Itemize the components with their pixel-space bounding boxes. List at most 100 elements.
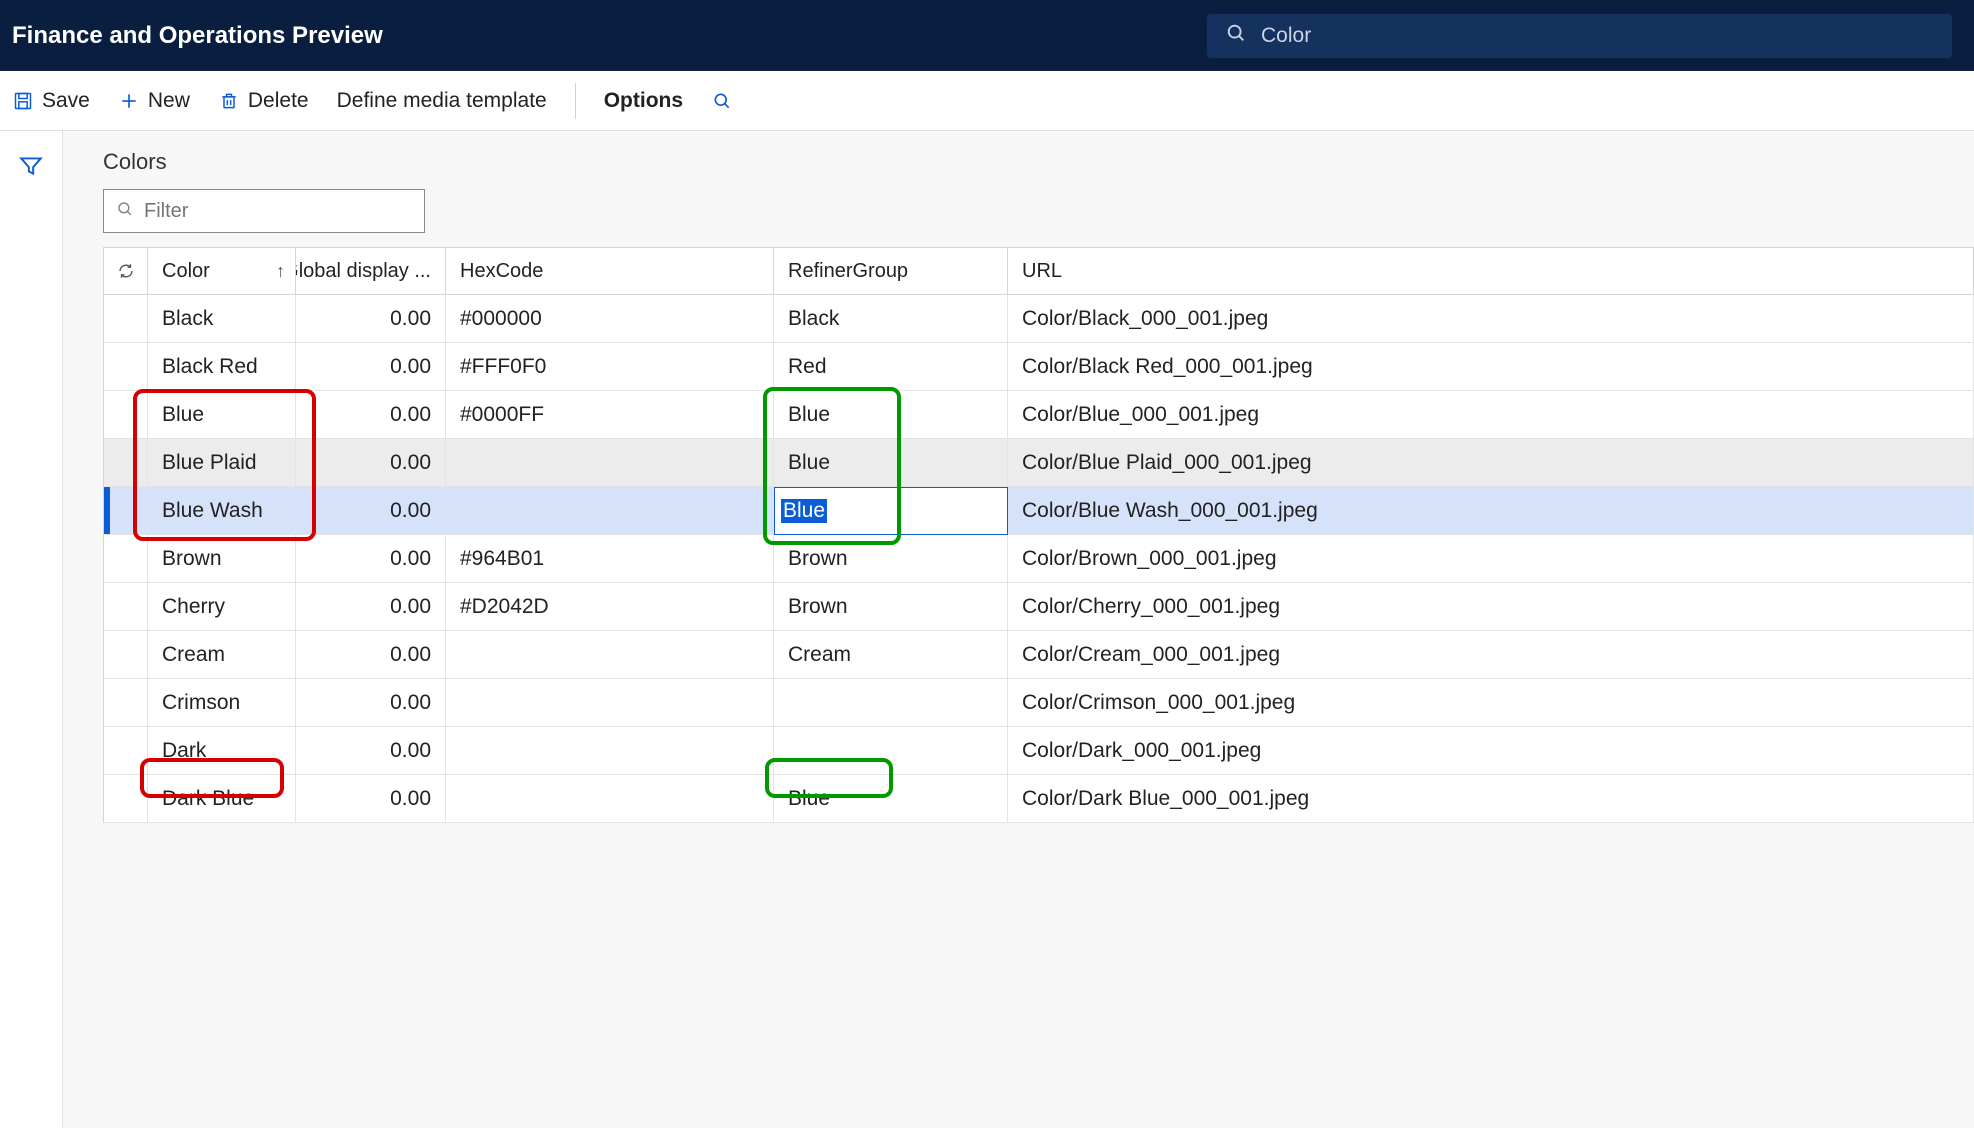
cell-hexcode[interactable] xyxy=(446,439,774,487)
delete-button[interactable]: Delete xyxy=(218,89,309,113)
table-row[interactable]: Blue Plaid 0.00 Blue Color/Blue Plaid_00… xyxy=(104,439,1974,487)
column-header-color[interactable]: Color ↑ xyxy=(148,248,296,295)
row-selector[interactable] xyxy=(104,679,148,727)
cell-global-display[interactable]: 0.00 xyxy=(296,343,446,391)
cell-refiner-group[interactable]: Cream xyxy=(774,631,1008,679)
column-header-refiner-group[interactable]: RefinerGroup xyxy=(774,248,1008,295)
cell-color[interactable]: Dark xyxy=(148,727,296,775)
cell-refiner-group[interactable]: Blue xyxy=(774,775,1008,823)
cell-hexcode[interactable]: #D2042D xyxy=(446,583,774,631)
cell-hexcode[interactable]: #000000 xyxy=(446,295,774,343)
column-header-global-display[interactable]: Global display ... xyxy=(296,248,446,295)
cell-color[interactable]: Dark Blue xyxy=(148,775,296,823)
cell-global-display[interactable]: 0.00 xyxy=(296,439,446,487)
cell-global-display[interactable]: 0.00 xyxy=(296,391,446,439)
cell-hexcode[interactable]: #FFF0F0 xyxy=(446,343,774,391)
cell-url[interactable]: Color/Blue Wash_000_001.jpeg xyxy=(1008,487,1974,535)
cell-global-display[interactable]: 0.00 xyxy=(296,583,446,631)
cell-refiner-group[interactable]: Red xyxy=(774,343,1008,391)
row-selector[interactable] xyxy=(104,727,148,775)
cell-hexcode[interactable] xyxy=(446,775,774,823)
cell-url[interactable]: Color/Black Red_000_001.jpeg xyxy=(1008,343,1974,391)
cell-hexcode[interactable]: #964B01 xyxy=(446,535,774,583)
cell-global-display[interactable]: 0.00 xyxy=(296,295,446,343)
cell-url[interactable]: Color/Cream_000_001.jpeg xyxy=(1008,631,1974,679)
table-row[interactable]: Cream 0.00 Cream Color/Cream_000_001.jpe… xyxy=(104,631,1974,679)
plus-icon xyxy=(118,90,140,112)
cell-color[interactable]: Blue xyxy=(148,391,296,439)
new-button[interactable]: New xyxy=(118,89,190,113)
cell-refiner-group[interactable]: Black xyxy=(774,295,1008,343)
cell-global-display-value: 0.00 xyxy=(390,643,431,667)
cell-color[interactable]: Crimson xyxy=(148,679,296,727)
filter-field[interactable] xyxy=(103,189,425,233)
table-row[interactable]: Black Red 0.00 #FFF0F0 Red Color/Black R… xyxy=(104,343,1974,391)
cell-refiner-group[interactable] xyxy=(774,679,1008,727)
cell-color[interactable]: Blue Wash xyxy=(148,487,296,535)
cell-url[interactable]: Color/Cherry_000_001.jpeg xyxy=(1008,583,1974,631)
column-header-color-label: Color xyxy=(162,260,210,283)
row-selector[interactable] xyxy=(104,295,148,343)
cell-refiner-group[interactable]: Brown xyxy=(774,535,1008,583)
cell-color[interactable]: Black xyxy=(148,295,296,343)
define-media-template-button[interactable]: Define media template xyxy=(337,89,547,113)
cell-url[interactable]: Color/Black_000_001.jpeg xyxy=(1008,295,1974,343)
cell-global-display[interactable]: 0.00 xyxy=(296,487,446,535)
cell-url[interactable]: Color/Crimson_000_001.jpeg xyxy=(1008,679,1974,727)
row-selector[interactable] xyxy=(104,391,148,439)
cell-hexcode[interactable] xyxy=(446,727,774,775)
table-row[interactable]: Dark Blue 0.00 Blue Color/Dark Blue_000_… xyxy=(104,775,1974,823)
row-selector[interactable] xyxy=(104,487,148,535)
cell-global-display[interactable]: 0.00 xyxy=(296,679,446,727)
cell-global-display[interactable]: 0.00 xyxy=(296,775,446,823)
table-row[interactable]: Brown 0.00 #964B01 Brown Color/Brown_000… xyxy=(104,535,1974,583)
inline-search-button[interactable] xyxy=(711,90,733,112)
table-row[interactable]: Crimson 0.00 Color/Crimson_000_001.jpeg xyxy=(104,679,1974,727)
row-selector[interactable] xyxy=(104,583,148,631)
cell-url[interactable]: Color/Blue_000_001.jpeg xyxy=(1008,391,1974,439)
cell-hexcode[interactable] xyxy=(446,487,774,535)
row-selector[interactable] xyxy=(104,439,148,487)
cell-url[interactable]: Color/Blue Plaid_000_001.jpeg xyxy=(1008,439,1974,487)
cell-global-display[interactable]: 0.00 xyxy=(296,631,446,679)
cell-refiner-group[interactable]: Blue xyxy=(774,391,1008,439)
cell-global-display[interactable]: 0.00 xyxy=(296,535,446,583)
search-input[interactable] xyxy=(1261,24,1934,48)
cell-refiner-group[interactable]: Brown xyxy=(774,583,1008,631)
cell-color[interactable]: Cherry xyxy=(148,583,296,631)
row-selector[interactable] xyxy=(104,535,148,583)
refresh-header[interactable] xyxy=(104,248,148,295)
cell-color[interactable]: Blue Plaid xyxy=(148,439,296,487)
global-search[interactable] xyxy=(1207,14,1952,58)
cell-hexcode[interactable] xyxy=(446,631,774,679)
cell-color[interactable]: Brown xyxy=(148,535,296,583)
cell-url[interactable]: Color/Dark Blue_000_001.jpeg xyxy=(1008,775,1974,823)
cell-url[interactable]: Color/Dark_000_001.jpeg xyxy=(1008,727,1974,775)
cell-refiner-group[interactable] xyxy=(774,727,1008,775)
table-row[interactable]: Blue 0.00 #0000FF Blue Color/Blue_000_00… xyxy=(104,391,1974,439)
cell-color[interactable]: Cream xyxy=(148,631,296,679)
new-label: New xyxy=(148,89,190,113)
table-row[interactable]: Black 0.00 #000000 Black Color/Black_000… xyxy=(104,295,1974,343)
table-row[interactable]: Blue Wash 0.00 Blue Color/Blue Wash_000_… xyxy=(104,487,1974,535)
row-selector[interactable] xyxy=(104,775,148,823)
options-button[interactable]: Options xyxy=(604,89,683,113)
table-row[interactable]: Cherry 0.00 #D2042D Brown Color/Cherry_0… xyxy=(104,583,1974,631)
column-header-hexcode[interactable]: HexCode xyxy=(446,248,774,295)
column-header-url[interactable]: URL xyxy=(1008,248,1974,295)
cell-color[interactable]: Black Red xyxy=(148,343,296,391)
row-selector[interactable] xyxy=(104,631,148,679)
cell-refiner-group[interactable]: Blue xyxy=(774,487,1008,535)
cell-hexcode[interactable] xyxy=(446,679,774,727)
table-row[interactable]: Dark 0.00 Color/Dark_000_001.jpeg xyxy=(104,727,1974,775)
funnel-icon[interactable] xyxy=(18,153,44,184)
cell-url-value: Color/Crimson_000_001.jpeg xyxy=(1022,691,1295,715)
cell-url[interactable]: Color/Brown_000_001.jpeg xyxy=(1008,535,1974,583)
row-selector[interactable] xyxy=(104,343,148,391)
cell-hexcode[interactable]: #0000FF xyxy=(446,391,774,439)
cell-refiner-group[interactable]: Blue xyxy=(774,439,1008,487)
cell-global-display[interactable]: 0.00 xyxy=(296,727,446,775)
cell-refiner-group-value: Black xyxy=(788,307,839,331)
filter-input[interactable] xyxy=(144,200,412,223)
save-button[interactable]: Save xyxy=(12,89,90,113)
